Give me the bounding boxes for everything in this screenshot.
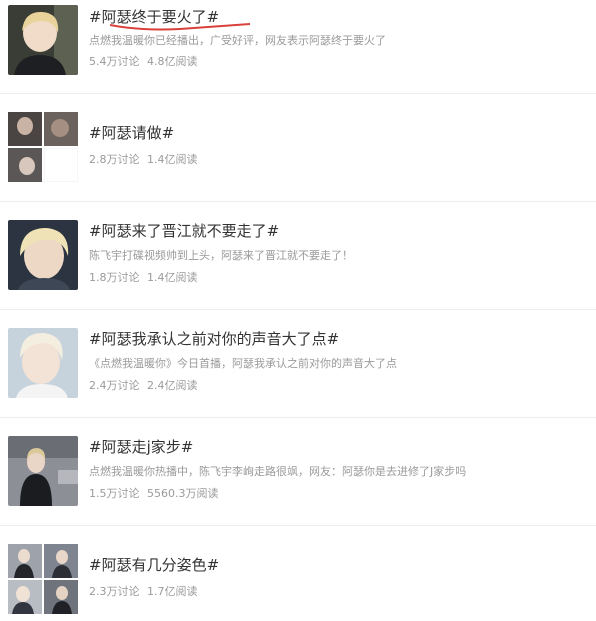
topic-stats: 1.8万讨论 1.4亿阅读 [89,270,198,286]
read-count: 4.8亿阅读 [147,55,198,68]
topic-item[interactable]: #阿瑟有几分姿色# 2.3万讨论 1.7亿阅读 [0,526,596,621]
thumbnail-cell [8,544,42,578]
topic-item[interactable]: #阿瑟请做# 2.8万讨论 1.4亿阅读 [0,94,596,202]
topic-description: 点燃我温暖你已经播出，广受好评，网友表示阿瑟终于要火了 [89,34,386,47]
discussion-count: 1.5万讨论 [89,487,140,500]
discussion-count: 2.3万讨论 [89,585,140,598]
topic-item[interactable]: #阿瑟来了晋江就不要走了# 陈飞宇打碟视频帅到上头，阿瑟来了晋江就不要走了！ 1… [0,202,596,310]
topic-item[interactable]: #阿瑟走j家步# 点燃我温暖你热播中，陈飞宇李峋走路很飒，网友：阿瑟你是去进修了… [0,418,596,526]
thumbnail-cell [8,580,42,614]
discussion-count: 1.8万讨论 [89,271,140,284]
topic-thumbnail[interactable] [8,436,78,506]
topic-title[interactable]: #阿瑟来了晋江就不要走了# [89,221,279,241]
topic-thumbnail-grid[interactable] [8,544,78,614]
topic-item[interactable]: #阿瑟我承认之前对你的声音大了点# 《点燃我温暖你》今日首播，阿瑟我承认之前对你… [0,310,596,418]
read-count: 2.4亿阅读 [147,379,198,392]
read-count: 1.7亿阅读 [147,585,198,598]
discussion-count: 2.8万讨论 [89,153,140,166]
topic-stats: 2.8万讨论 1.4亿阅读 [89,152,198,168]
topic-item[interactable]: #阿瑟终于要火了# 点燃我温暖你已经播出，广受好评，网友表示阿瑟终于要火了 5.… [0,0,596,94]
topic-description: 陈飞宇打碟视频帅到上头，阿瑟来了晋江就不要走了！ [89,249,353,262]
red-underline-annotation [110,23,250,31]
topic-title[interactable]: #阿瑟我承认之前对你的声音大了点# [89,329,339,349]
topic-stats: 2.3万讨论 1.7亿阅读 [89,584,198,600]
read-count: 1.4亿阅读 [147,153,198,166]
topic-thumbnail[interactable] [8,328,78,398]
topic-title[interactable]: #阿瑟有几分姿色# [89,555,219,575]
topic-list: #阿瑟终于要火了# 点燃我温暖你已经播出，广受好评，网友表示阿瑟终于要火了 5.… [0,0,596,621]
topic-title[interactable]: #阿瑟走j家步# [89,437,193,457]
thumbnail-cell [8,148,42,182]
topic-stats: 2.4万讨论 2.4亿阅读 [89,378,198,394]
thumbnail-cell [44,544,78,578]
topic-stats: 1.5万讨论 5560.3万阅读 [89,486,219,502]
topic-thumbnail-grid[interactable] [8,112,78,182]
discussion-count: 2.4万讨论 [89,379,140,392]
topic-description: 点燃我温暖你热播中，陈飞宇李峋走路很飒，网友：阿瑟你是去进修了J家步吗 [89,465,467,478]
topic-thumbnail[interactable] [8,5,78,75]
topic-description: 《点燃我温暖你》今日首播，阿瑟我承认之前对你的声音大了点 [89,357,397,370]
read-count: 1.4亿阅读 [147,271,198,284]
thumbnail-cell [8,112,42,146]
read-count: 5560.3万阅读 [147,487,219,500]
thumbnail-cell [44,580,78,614]
topic-title[interactable]: #阿瑟请做# [89,123,174,143]
topic-stats: 5.4万讨论 4.8亿阅读 [89,54,198,70]
discussion-count: 5.4万讨论 [89,55,140,68]
thumbnail-cell [44,112,78,146]
topic-thumbnail[interactable] [8,220,78,290]
thumbnail-cell [44,148,78,182]
